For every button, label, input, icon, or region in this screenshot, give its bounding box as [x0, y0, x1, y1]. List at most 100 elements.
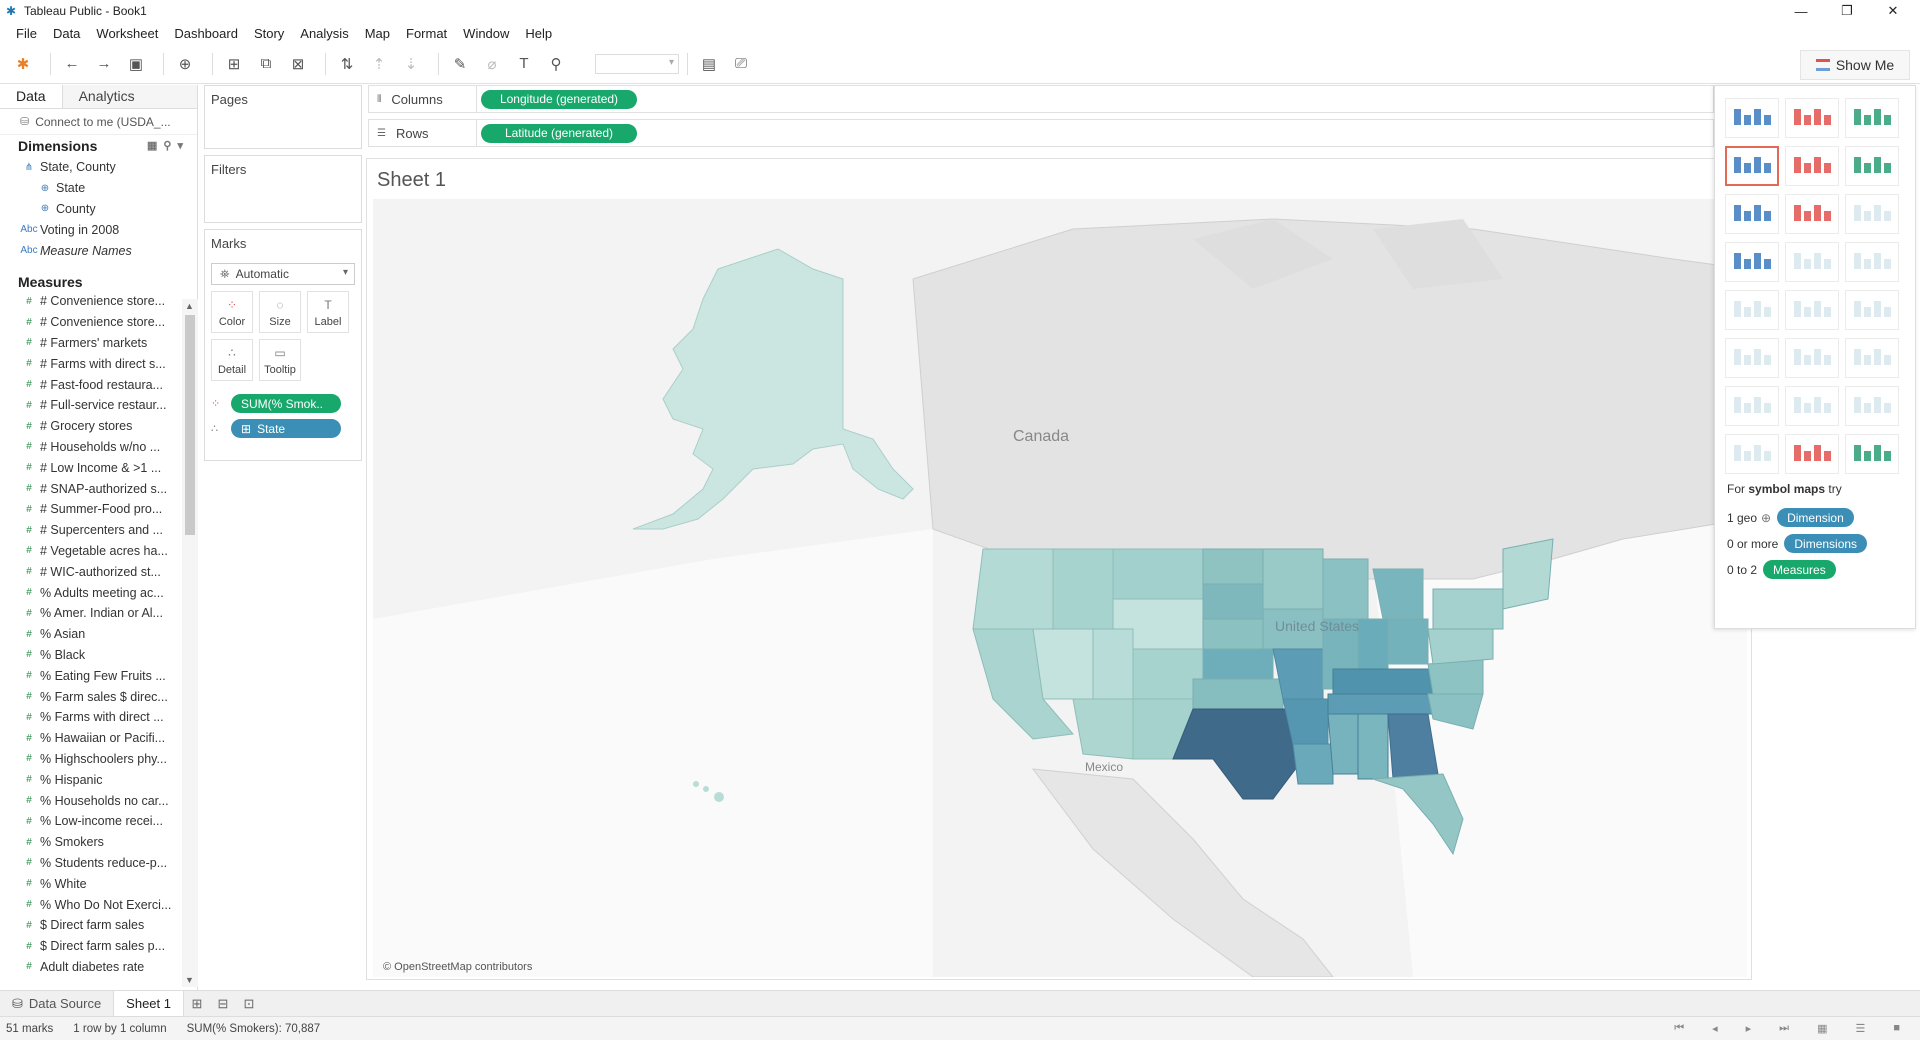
chart-dual-lines-icon[interactable]: [1845, 290, 1899, 330]
map-canvas[interactable]: Canada United States Mexico: [373, 199, 1747, 977]
measure-field[interactable]: # % Who Do Not Exerci...: [0, 894, 182, 915]
detail-pill[interactable]: ⊞ State: [231, 419, 341, 438]
close-button[interactable]: ✕: [1870, 0, 1916, 22]
state-wisconsin[interactable]: [1322, 558, 1369, 620]
chart-heat-map-icon[interactable]: [1785, 98, 1839, 138]
new-dashboard-icon[interactable]: ⊟: [210, 991, 236, 1017]
measure-field[interactable]: # # Vegetable acres ha...: [0, 541, 182, 562]
prev-page-icon[interactable]: ◂: [1712, 1022, 1718, 1035]
chart-highlight-table-icon[interactable]: [1845, 98, 1899, 138]
color-pill[interactable]: SUM(% Smok..: [231, 394, 341, 413]
map-view[interactable]: Canada United States Mexico © OpenStreet…: [373, 199, 1747, 977]
measure-field[interactable]: # # Low Income & >1 ...: [0, 457, 182, 478]
tooltip-button[interactable]: ▭ Tooltip: [259, 339, 301, 381]
dimension-measure-names[interactable]: Abc Measure Names: [0, 240, 197, 261]
menu-help[interactable]: Help: [517, 26, 560, 41]
tab-analytics[interactable]: Analytics: [61, 85, 197, 108]
latitude-pill[interactable]: Latitude (generated): [481, 123, 637, 143]
measure-field[interactable]: # # Fast-food restaura...: [0, 374, 182, 395]
list-view-icon[interactable]: ☰: [1855, 1022, 1865, 1035]
columns-shelf[interactable]: ⦀ Columns Longitude (generated): [368, 85, 1714, 113]
swap-rows-columns-icon[interactable]: ⇅: [334, 51, 360, 77]
chart-circle-views-icon[interactable]: [1785, 242, 1839, 282]
duplicate-sheet-icon[interactable]: ⧉: [253, 51, 279, 77]
state-minnesota[interactable]: [1262, 548, 1324, 610]
new-worksheet-icon[interactable]: ⊞: [221, 51, 247, 77]
state-nevada[interactable]: [1032, 628, 1094, 700]
tab-data[interactable]: Data: [0, 85, 62, 108]
state-oklahoma[interactable]: [1192, 678, 1284, 710]
minimize-button[interactable]: ―: [1778, 0, 1824, 22]
chart-filled-map-icon[interactable]: [1785, 146, 1839, 186]
measure-field[interactable]: # % Smokers: [0, 832, 182, 853]
restore-button[interactable]: ❐: [1824, 0, 1870, 22]
last-page-icon[interactable]: ⏭: [1779, 1022, 1789, 1035]
measure-field[interactable]: # % Farm sales $ direc...: [0, 686, 182, 707]
filmstrip-view-icon[interactable]: ■: [1893, 1022, 1900, 1035]
measure-field[interactable]: # % Students reduce-p...: [0, 853, 182, 874]
filters-card[interactable]: Filters: [204, 155, 362, 223]
group-icon[interactable]: ⌀: [479, 51, 505, 77]
data-connection[interactable]: ⛁ Connect to me (USDA_...: [0, 109, 197, 135]
first-page-icon[interactable]: ⏮: [1674, 1022, 1684, 1035]
measure-field[interactable]: # % Farms with direct ...: [0, 707, 182, 728]
measure-field[interactable]: # # Summer-Food pro...: [0, 499, 182, 520]
tableau-home-icon[interactable]: ✱: [10, 51, 36, 77]
chart-side-by-side-circles-icon[interactable]: [1845, 242, 1899, 282]
menu-analysis[interactable]: Analysis: [292, 26, 356, 41]
labels-icon[interactable]: T: [511, 51, 537, 77]
measure-field[interactable]: # # Households w/no ...: [0, 437, 182, 458]
chart-packed-bubbles-icon[interactable]: [1845, 434, 1899, 474]
menu-data[interactable]: Data: [45, 26, 88, 41]
hawaii-island[interactable]: [693, 781, 699, 787]
measure-field[interactable]: # # Convenience store...: [0, 291, 182, 312]
grid-view-icon[interactable]: ▦: [1817, 1022, 1827, 1035]
state-louisiana[interactable]: [1292, 743, 1334, 785]
dimension-tools-icon[interactable]: ▦⚲▾: [147, 139, 189, 152]
menu-dashboard[interactable]: Dashboard: [166, 26, 246, 41]
chart-treemap-icon[interactable]: [1725, 242, 1779, 282]
scroll-up-icon[interactable]: ▲: [185, 301, 194, 311]
chart-area-discrete-icon[interactable]: [1785, 338, 1839, 378]
measure-field[interactable]: # % Households no car...: [0, 790, 182, 811]
chart-discrete-lines-icon[interactable]: [1785, 290, 1839, 330]
measure-field[interactable]: # % Amer. Indian or Al...: [0, 603, 182, 624]
redo-icon[interactable]: →: [91, 51, 117, 77]
measure-field[interactable]: # % White: [0, 873, 182, 894]
measure-field[interactable]: # Adult diabetes rate: [0, 957, 182, 978]
detail-button[interactable]: ∴ Detail: [211, 339, 253, 381]
state-new-england[interactable]: [1502, 538, 1554, 610]
save-icon[interactable]: ▣: [123, 51, 149, 77]
chart-text-table-icon[interactable]: [1725, 98, 1779, 138]
highlight-icon[interactable]: ✎: [447, 51, 473, 77]
state-tennessee[interactable]: [1327, 693, 1434, 715]
chart-pie-chart-icon[interactable]: [1845, 146, 1899, 186]
measure-field[interactable]: # # Grocery stores: [0, 416, 182, 437]
menu-file[interactable]: File: [8, 26, 45, 41]
measure-field[interactable]: # $ Direct farm sales p...: [0, 936, 182, 957]
hawaii-island[interactable]: [703, 786, 709, 792]
chart-histogram-icon[interactable]: [1785, 386, 1839, 426]
measure-field[interactable]: # % Hawaiian or Pacifi...: [0, 728, 182, 749]
chart-gantt-chart-icon[interactable]: [1725, 434, 1779, 474]
menu-worksheet[interactable]: Worksheet: [88, 26, 166, 41]
state-alabama[interactable]: [1357, 713, 1389, 780]
chart-stacked-bars-icon[interactable]: [1785, 194, 1839, 234]
dimension-state-county[interactable]: ⋔ State, County: [0, 157, 197, 178]
measure-field[interactable]: # # Convenience store...: [0, 312, 182, 333]
chart-symbol-map-icon[interactable]: [1725, 146, 1779, 186]
measure-field[interactable]: # % Highschoolers phy...: [0, 749, 182, 770]
menu-window[interactable]: Window: [455, 26, 517, 41]
menu-map[interactable]: Map: [357, 26, 398, 41]
state-arizona[interactable]: [1072, 698, 1134, 760]
chart-dual-combination-icon[interactable]: [1845, 338, 1899, 378]
color-button[interactable]: ⁘ Color: [211, 291, 253, 333]
state-kansas[interactable]: [1202, 648, 1274, 680]
clear-sheet-icon[interactable]: ⊠: [285, 51, 311, 77]
measure-field[interactable]: # # Farms with direct s...: [0, 353, 182, 374]
state-kentucky[interactable]: [1332, 668, 1434, 695]
state-south-dakota[interactable]: [1202, 583, 1264, 620]
measure-field[interactable]: # # Supercenters and ...: [0, 520, 182, 541]
measure-field[interactable]: # # Farmers' markets: [0, 333, 182, 354]
pages-card[interactable]: Pages: [204, 85, 362, 149]
